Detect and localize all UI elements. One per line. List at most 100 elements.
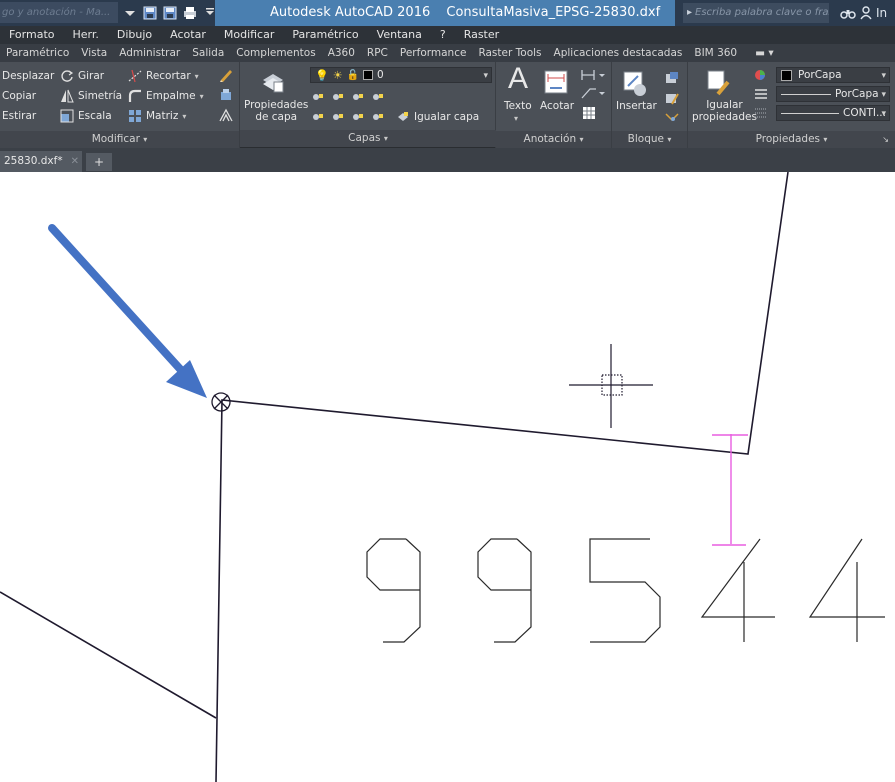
panel-modificar: Desplazar Girar Recortar ▾ Copiar Simetr… bbox=[0, 62, 240, 148]
linetype-dropdown-arrow-icon: ▾ bbox=[881, 90, 886, 100]
close-tab-icon[interactable]: ✕ bbox=[71, 156, 79, 167]
texto-dropdown-icon[interactable]: ▾ bbox=[514, 114, 518, 123]
linetype-dropdown[interactable]: PorCapa ▾ bbox=[776, 86, 890, 102]
copiar-button[interactable]: Copiar bbox=[2, 88, 36, 104]
menu-ventana[interactable]: Ventana bbox=[368, 26, 431, 44]
panel-bloque-title[interactable]: Bloque ▾ bbox=[612, 131, 687, 148]
workspace-selector[interactable]: go y anotación - Ma... bbox=[0, 2, 118, 23]
boundary-polyline[interactable] bbox=[215, 172, 789, 782]
tab-complementos[interactable]: Complementos bbox=[230, 44, 321, 62]
create-block-icon[interactable] bbox=[664, 70, 680, 86]
fillet-icon bbox=[128, 89, 141, 102]
insertar-label[interactable]: Insertar bbox=[616, 100, 657, 112]
desplazar-button[interactable]: Desplazar bbox=[2, 68, 54, 84]
acotar-label[interactable]: Acotar bbox=[540, 100, 574, 112]
tab-rpc[interactable]: RPC bbox=[361, 44, 394, 62]
simetria-button[interactable]: Simetría bbox=[60, 88, 122, 104]
texto-label[interactable]: Texto bbox=[504, 100, 532, 112]
text-big-icon[interactable]: A bbox=[508, 62, 528, 96]
panel-capas-title[interactable]: Capas ▾ bbox=[240, 130, 496, 147]
layer-properties-label[interactable]: Propiedades de capa bbox=[244, 99, 308, 123]
tab-performance[interactable]: Performance bbox=[394, 44, 473, 62]
panel-bloque-expand-icon: ▾ bbox=[667, 135, 672, 144]
recortar-button[interactable]: Recortar ▾ bbox=[128, 68, 199, 84]
match-properties-line1: Igualar bbox=[706, 99, 743, 111]
empalme-label: Empalme bbox=[146, 90, 196, 102]
tab-administrar[interactable]: Administrar bbox=[113, 44, 186, 62]
ribbon-options-icon[interactable]: ▬ ▾ bbox=[743, 44, 780, 62]
menu-dibujo[interactable]: Dibujo bbox=[108, 26, 161, 44]
tab-a360[interactable]: A360 bbox=[322, 44, 361, 62]
match-layer-icon bbox=[398, 112, 408, 121]
tab-vista[interactable]: Vista bbox=[75, 44, 113, 62]
menu-acotar[interactable]: Acotar bbox=[161, 26, 215, 44]
girar-button[interactable]: Girar bbox=[60, 68, 104, 84]
erase-pencil-icon[interactable] bbox=[218, 67, 234, 83]
panel-propiedades-title[interactable]: Propiedades ▾ ↘ bbox=[688, 131, 895, 148]
edit-block-icon[interactable] bbox=[664, 90, 680, 106]
menu-modificar[interactable]: Modificar bbox=[215, 26, 284, 44]
parcel-number-text[interactable] bbox=[366, 538, 885, 643]
layer-dropdown[interactable]: 💡 ☀ 🔓 0 ▾ bbox=[310, 67, 492, 83]
save-icon[interactable] bbox=[142, 5, 158, 21]
layer-tools-row1-icon[interactable] bbox=[310, 90, 440, 104]
binoculars-icon[interactable] bbox=[840, 6, 856, 20]
drawing-svg[interactable] bbox=[0, 172, 895, 782]
tab-parametrico[interactable]: Paramétrico bbox=[0, 44, 75, 62]
empalme-dropdown-icon[interactable]: ▾ bbox=[200, 92, 204, 101]
insert-block-icon[interactable] bbox=[620, 68, 650, 98]
menu-raster[interactable]: Raster bbox=[455, 26, 508, 44]
snap-marker-icon[interactable] bbox=[211, 392, 231, 412]
recortar-dropdown-icon[interactable]: ▾ bbox=[195, 72, 199, 81]
diagonal-line[interactable] bbox=[0, 591, 217, 719]
tab-aplicaciones-destacadas[interactable]: Aplicaciones destacadas bbox=[548, 44, 689, 62]
user-icon[interactable] bbox=[860, 6, 872, 20]
matriz-dropdown-icon[interactable]: ▾ bbox=[182, 112, 186, 121]
lineweight-dropdown[interactable]: CONTI... ▾ bbox=[776, 105, 890, 121]
mirror-icon bbox=[61, 89, 74, 103]
search-input[interactable]: ▸ Escriba palabra clave o frase bbox=[683, 3, 829, 23]
layer-tools-row2-icon[interactable] bbox=[310, 110, 390, 124]
menu-herr[interactable]: Herr. bbox=[64, 26, 108, 44]
tab-raster-tools[interactable]: Raster Tools bbox=[472, 44, 547, 62]
block-attribute-icon[interactable] bbox=[664, 110, 682, 124]
document-tab-active[interactable]: 25830.dxf* ✕ bbox=[0, 151, 82, 172]
escala-button[interactable]: Escala bbox=[60, 108, 112, 124]
dimension-icon[interactable] bbox=[542, 68, 570, 96]
table-icon[interactable] bbox=[582, 106, 596, 120]
panel-modificar-title[interactable]: Modificar ▾ bbox=[0, 131, 239, 148]
dropdown-arrow-icon[interactable] bbox=[122, 5, 138, 21]
match-properties-label[interactable]: Igualar propiedades bbox=[692, 99, 757, 123]
linear-dim-icon[interactable] bbox=[580, 68, 606, 82]
match-properties-icon[interactable] bbox=[704, 68, 732, 96]
leader-icon[interactable] bbox=[580, 86, 606, 100]
tab-bim360[interactable]: BIM 360 bbox=[688, 44, 743, 62]
offset-icon[interactable] bbox=[218, 107, 234, 123]
color-dropdown[interactable]: PorCapa ▾ bbox=[776, 67, 890, 83]
panel-anotacion-title[interactable]: Anotación ▾ bbox=[496, 131, 611, 148]
save-as-icon[interactable] bbox=[162, 5, 178, 21]
menu-bar: Formato Herr. Dibujo Acotar Modificar Pa… bbox=[0, 26, 895, 44]
igualar-capa-button[interactable]: Igualar capa bbox=[396, 109, 479, 125]
new-tab-button[interactable]: + bbox=[86, 153, 112, 171]
print-icon[interactable] bbox=[182, 5, 198, 21]
scale-icon bbox=[60, 109, 74, 123]
layer-color-swatch bbox=[363, 70, 374, 80]
user-initial[interactable]: In bbox=[876, 6, 887, 20]
layer-properties-icon[interactable] bbox=[260, 68, 286, 94]
lock-icon: 🔓 bbox=[346, 69, 360, 81]
search-placeholder: Escriba palabra clave o frase bbox=[695, 7, 829, 18]
empalme-button[interactable]: Empalme ▾ bbox=[128, 88, 204, 104]
recortar-label: Recortar bbox=[146, 70, 191, 82]
copiar-label: Copiar bbox=[2, 90, 37, 102]
panel-propiedades-launcher-icon[interactable]: ↘ bbox=[882, 131, 889, 148]
document-tab-label: 25830.dxf* bbox=[4, 155, 63, 167]
drawing-canvas[interactable]: 99544 bbox=[0, 172, 895, 782]
tab-salida[interactable]: Salida bbox=[186, 44, 230, 62]
menu-formato[interactable]: Formato bbox=[0, 26, 64, 44]
estirar-button[interactable]: Estirar bbox=[2, 108, 36, 124]
explode-icon[interactable] bbox=[218, 87, 234, 103]
menu-parametrico[interactable]: Paramétrico bbox=[283, 26, 367, 44]
matriz-button[interactable]: Matriz ▾ bbox=[128, 108, 186, 124]
menu-help[interactable]: ? bbox=[431, 26, 455, 44]
